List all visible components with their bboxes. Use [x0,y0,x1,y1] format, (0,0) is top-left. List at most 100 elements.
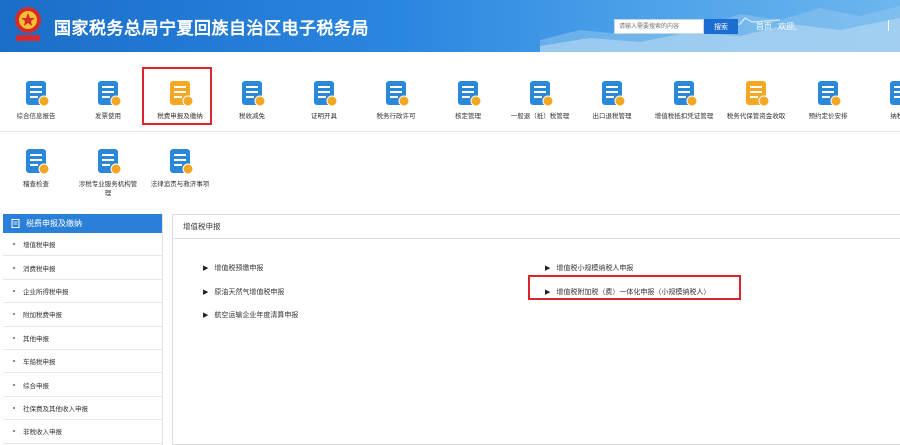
agency-icon [93,146,123,176]
bullet-icon [13,266,15,269]
panel-title: 增值税申报 [173,215,900,239]
inspection-icon [21,146,51,176]
sidebar-item-label: 增值税申报 [23,241,56,250]
sidebar-item[interactable]: 非税收入申报 [3,420,162,444]
panel-link-label: 原油天然气增值税申报 [214,288,285,296]
sidebar-item[interactable]: 消费税申报 [3,256,162,280]
service-tile-label: 法律追责与救济事项 [150,180,210,188]
site-title: 国家税务总局宁夏回族自治区电子税务局 [54,19,369,39]
service-tile-label: 稽查检查 [23,180,49,188]
service-tile[interactable]: 一般退（抵）税管理 [504,78,576,121]
nav-home-link[interactable]: 首页 [756,21,772,32]
sidebar-title: 税费申报及缴纳 [26,219,82,228]
service-tile[interactable]: 预约定价安排 [792,78,864,121]
service-tile-label: 涉税专业服务机构管理 [78,180,138,197]
service-tile-label: 预约定价安排 [808,112,848,120]
service-tile[interactable]: 增值税抵扣凭证管理 [648,78,720,121]
triangle-right-icon: ▶ [545,264,551,272]
service-tile[interactable]: 法律追责与救济事项 [144,146,216,189]
bullet-icon [13,360,15,363]
service-tile[interactable]: 出口退税管理 [576,78,648,121]
triangle-right-icon: ▶ [203,288,209,296]
bullet-icon [13,243,15,246]
vat-voucher-icon [669,78,699,108]
sidebar-header[interactable]: 税费申报及缴纳 [3,214,162,233]
invoice-icon [93,78,123,108]
service-tile-label: 发票使用 [95,112,121,120]
panel-link[interactable]: ▶ 航空运输企业年度清算申报 [203,310,298,320]
custody-fund-icon [741,78,771,108]
content-panel: 增值税申报 [172,214,900,445]
sidebar-menu: 增值税申报消费税申报企业所得税申报 附加税费申报 其他申报车船税申报综合申报社保费及… [3,233,162,444]
service-tile[interactable]: 纳税信 [864,78,900,121]
bullet-icon [13,406,15,409]
panel-link[interactable]: ▶ 原油天然气增值税申报 [203,287,284,297]
sidebar: 税费申报及缴纳 增值税申报消费税申报企业所得税申报 附加税费申报 其他申报车船税申报… [3,214,163,445]
triangle-right-icon: ▶ [203,311,209,319]
document-icon [11,219,20,228]
triangle-right-icon: ▶ [203,264,209,272]
refund-icon [525,78,555,108]
sidebar-item-label: 非税收入申报 [23,428,62,437]
service-tile[interactable]: 税务代保管资金收取 [720,78,792,121]
panel-link-label: 航空运输企业年度清算申报 [214,311,299,319]
tax-relief-icon [237,78,267,108]
sidebar-item-label: 附加税费申报 [23,311,62,320]
assessment-icon [453,78,483,108]
sidebar-item[interactable]: 附加税费申报 [3,303,162,327]
panel-link[interactable]: ▶ 增值税预缴申报 [203,263,263,273]
bullet-icon [13,430,15,433]
service-tile-label: 税务行政许可 [376,112,416,120]
clipboard-icon [21,78,51,108]
service-tile[interactable]: 税收减免 [216,78,288,121]
service-tile-label: 纳税信 [890,112,900,120]
export-refund-icon [597,78,627,108]
nav-welcome-text: 欢迎, [778,22,797,31]
panel-link[interactable]: ▶ 增值税小规模纳税人申报 [545,263,633,273]
service-tile-label: 增值税抵扣凭证管理 [654,112,714,120]
bullet-icon [13,313,15,316]
sidebar-item[interactable]: 其他申报 [3,327,162,350]
sidebar-item[interactable]: 社保费及其他收入申报 [3,397,162,421]
national-tax-emblem-icon [15,7,41,41]
service-tile-label: 税务代保管资金收取 [726,112,786,120]
sidebar-item-label: 车船税申报 [23,358,56,367]
permit-icon [381,78,411,108]
sidebar-item[interactable]: 综合申报 [3,373,162,397]
sidebar-item-label: 其他申报 [23,334,49,343]
sidebar-item-label: 社保费及其他收入申报 [23,404,88,413]
service-tile-label: 税收减免 [239,112,265,120]
service-tile-label: 证明开具 [311,112,337,120]
sidebar-item[interactable]: 车船税申报 [3,350,162,374]
panel-link-label: 增值税预缴申报 [214,264,264,272]
service-tile[interactable]: 税务行政许可 [360,78,432,121]
service-tile-label: 核定管理 [455,112,481,120]
certificate-icon [309,78,339,108]
service-tile-label: 出口退税管理 [592,112,632,120]
service-tile[interactable]: 综合信息报告 [0,78,72,121]
legal-icon [165,146,195,176]
bullet-icon [13,383,15,386]
panel-link-label: 增值税小规模纳税人申报 [556,264,634,272]
search-input[interactable] [614,19,704,34]
pricing-arrangement-icon [813,78,843,108]
service-tile-label: 综合信息报告 [16,112,56,120]
bullet-icon [13,289,15,292]
service-tile[interactable]: 稽查检查 [0,146,72,189]
highlight-frame-tax-payment [142,67,212,125]
sidebar-item[interactable]: 增值税申报 [3,233,162,257]
service-tile[interactable]: 证明开具 [288,78,360,121]
credit-icon [885,78,900,108]
search-button[interactable]: 搜索 [704,19,738,34]
sidebar-item-label: 消费税申报 [23,264,56,273]
service-tile[interactable]: 涉税专业服务机构管理 [72,146,144,198]
sidebar-item[interactable]: 企业所得税申报 [3,280,162,304]
service-tile-label: 一般退（抵）税管理 [510,112,570,120]
service-tile[interactable]: 发票使用 [72,78,144,121]
grid-divider [0,131,900,132]
site-header: 国家税务总局宁夏回族自治区电子税务局 搜索 首页 欢迎, [0,0,900,52]
sidebar-item-label: 企业所得税申报 [23,287,69,296]
highlight-frame-vat-surcharge [528,275,741,300]
service-tile[interactable]: 核定管理 [432,78,504,121]
sidebar-item-label: 综合申报 [23,381,49,390]
